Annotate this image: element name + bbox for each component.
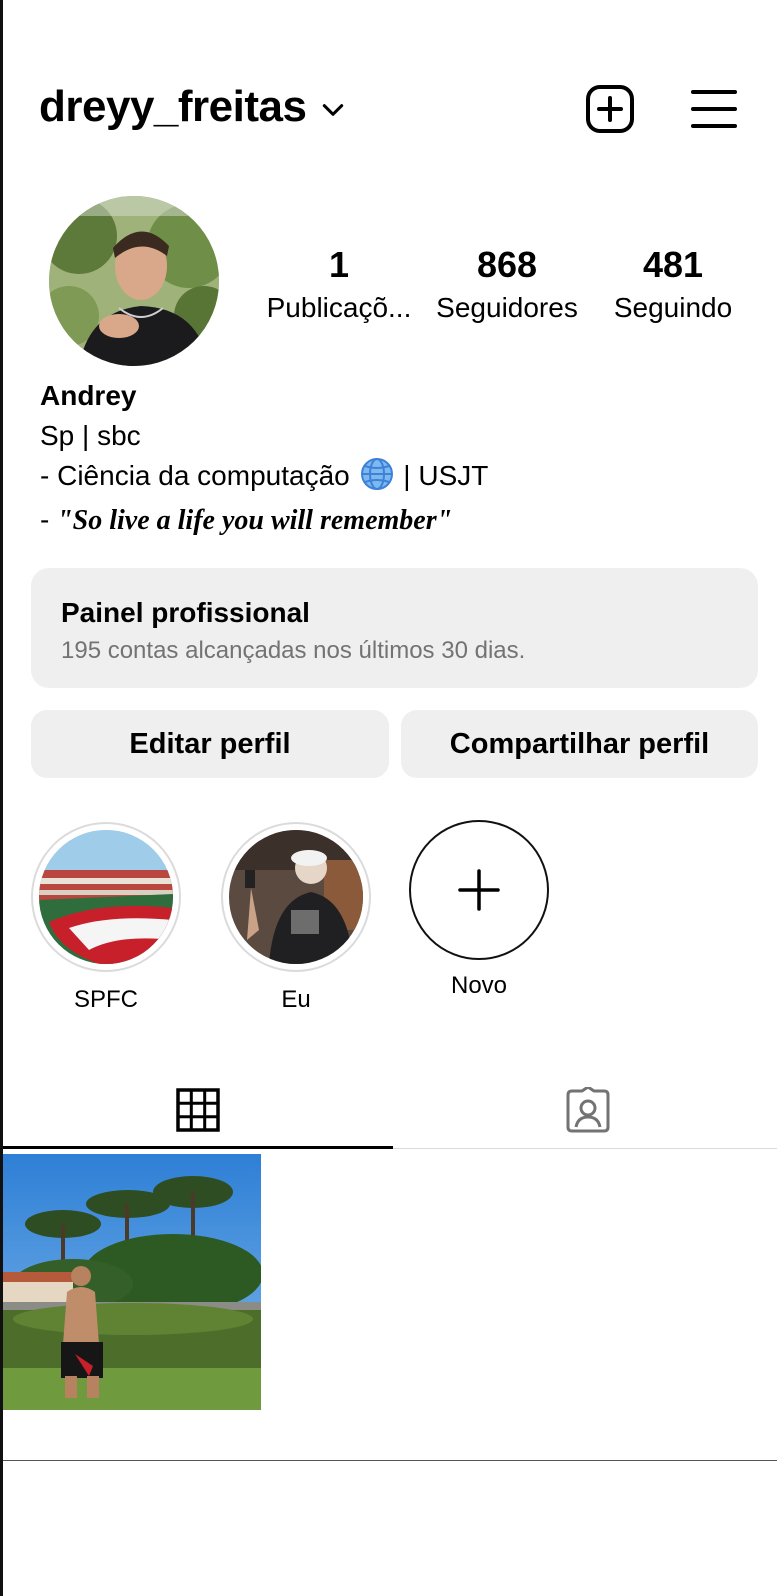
new-post-icon	[586, 85, 634, 133]
stadium-thumbnail	[39, 830, 173, 964]
bottom-divider	[3, 1460, 777, 1461]
following-count-label: Seguindo	[613, 292, 733, 323]
plus-icon	[458, 869, 500, 911]
new-highlight-ring	[409, 820, 549, 960]
posts-count-label: Publicaçõ...	[266, 292, 412, 323]
posts-count-value: 1	[328, 244, 350, 285]
tab-posts-grid[interactable]	[3, 1070, 393, 1150]
account-switcher[interactable]: dreyy_freitas	[39, 82, 346, 132]
highlight-ring	[31, 822, 181, 972]
username: dreyy_freitas	[39, 82, 307, 131]
highlight-eu[interactable]: Eu	[221, 822, 371, 1014]
tagged-icon	[566, 1087, 610, 1133]
new-highlight-button[interactable]: Novo	[409, 820, 549, 1000]
dashboard-subtitle: 195 contas alcançadas nos últimos 30 dia…	[61, 637, 526, 664]
bio-quote: "So live a life you will remember"	[57, 505, 453, 536]
following-count[interactable]: 481 Seguindo	[593, 244, 753, 330]
bio-line-2-end: | USJT	[395, 460, 489, 491]
highlight-label: Novo	[450, 972, 508, 999]
bio-line-3: - "So live a life you will remember"	[40, 500, 452, 541]
share-profile-button[interactable]: Compartilhar perfil	[401, 710, 758, 778]
bio-line-2: - Ciência da computação | USJT	[40, 456, 488, 496]
posts-count[interactable]: 1 Publicaçõ...	[261, 244, 417, 330]
active-tab-indicator	[3, 1146, 393, 1149]
chevron-down-icon	[323, 104, 344, 116]
bio-line-2-text: - Ciência da computação	[40, 460, 358, 491]
eu-thumbnail	[229, 830, 363, 964]
highlight-label: SPFC	[73, 986, 138, 1013]
followers-count-label: Seguidores	[436, 292, 578, 323]
menu-button[interactable]	[687, 82, 741, 136]
edit-profile-button[interactable]: Editar perfil	[31, 710, 389, 778]
highlight-ring	[221, 822, 371, 972]
post-photo	[3, 1154, 261, 1410]
globe-icon	[360, 458, 393, 490]
highlight-label: Eu	[281, 986, 311, 1013]
grid-post-thumbnail[interactable]	[3, 1154, 261, 1410]
menu-icon	[691, 90, 737, 128]
new-post-button[interactable]	[583, 82, 637, 136]
dashboard-title: Painel profissional	[61, 597, 310, 628]
tab-tagged[interactable]	[393, 1070, 777, 1150]
highlight-spfc[interactable]: SPFC	[31, 822, 181, 1014]
professional-dashboard[interactable]: Painel profissional 195 contas alcançada…	[31, 568, 758, 688]
tab-divider	[393, 1148, 777, 1149]
followers-count[interactable]: 868 Seguidores	[427, 244, 587, 330]
following-count-value: 481	[642, 244, 704, 285]
bio-line-3-prefix: -	[40, 504, 58, 535]
profile-name: Andrey	[40, 380, 137, 411]
grid-icon	[176, 1088, 220, 1132]
bio-line-1: Sp | sbc	[40, 420, 141, 451]
profile-avatar[interactable]	[49, 196, 219, 366]
followers-count-value: 868	[476, 244, 538, 285]
avatar-photo	[49, 196, 219, 366]
